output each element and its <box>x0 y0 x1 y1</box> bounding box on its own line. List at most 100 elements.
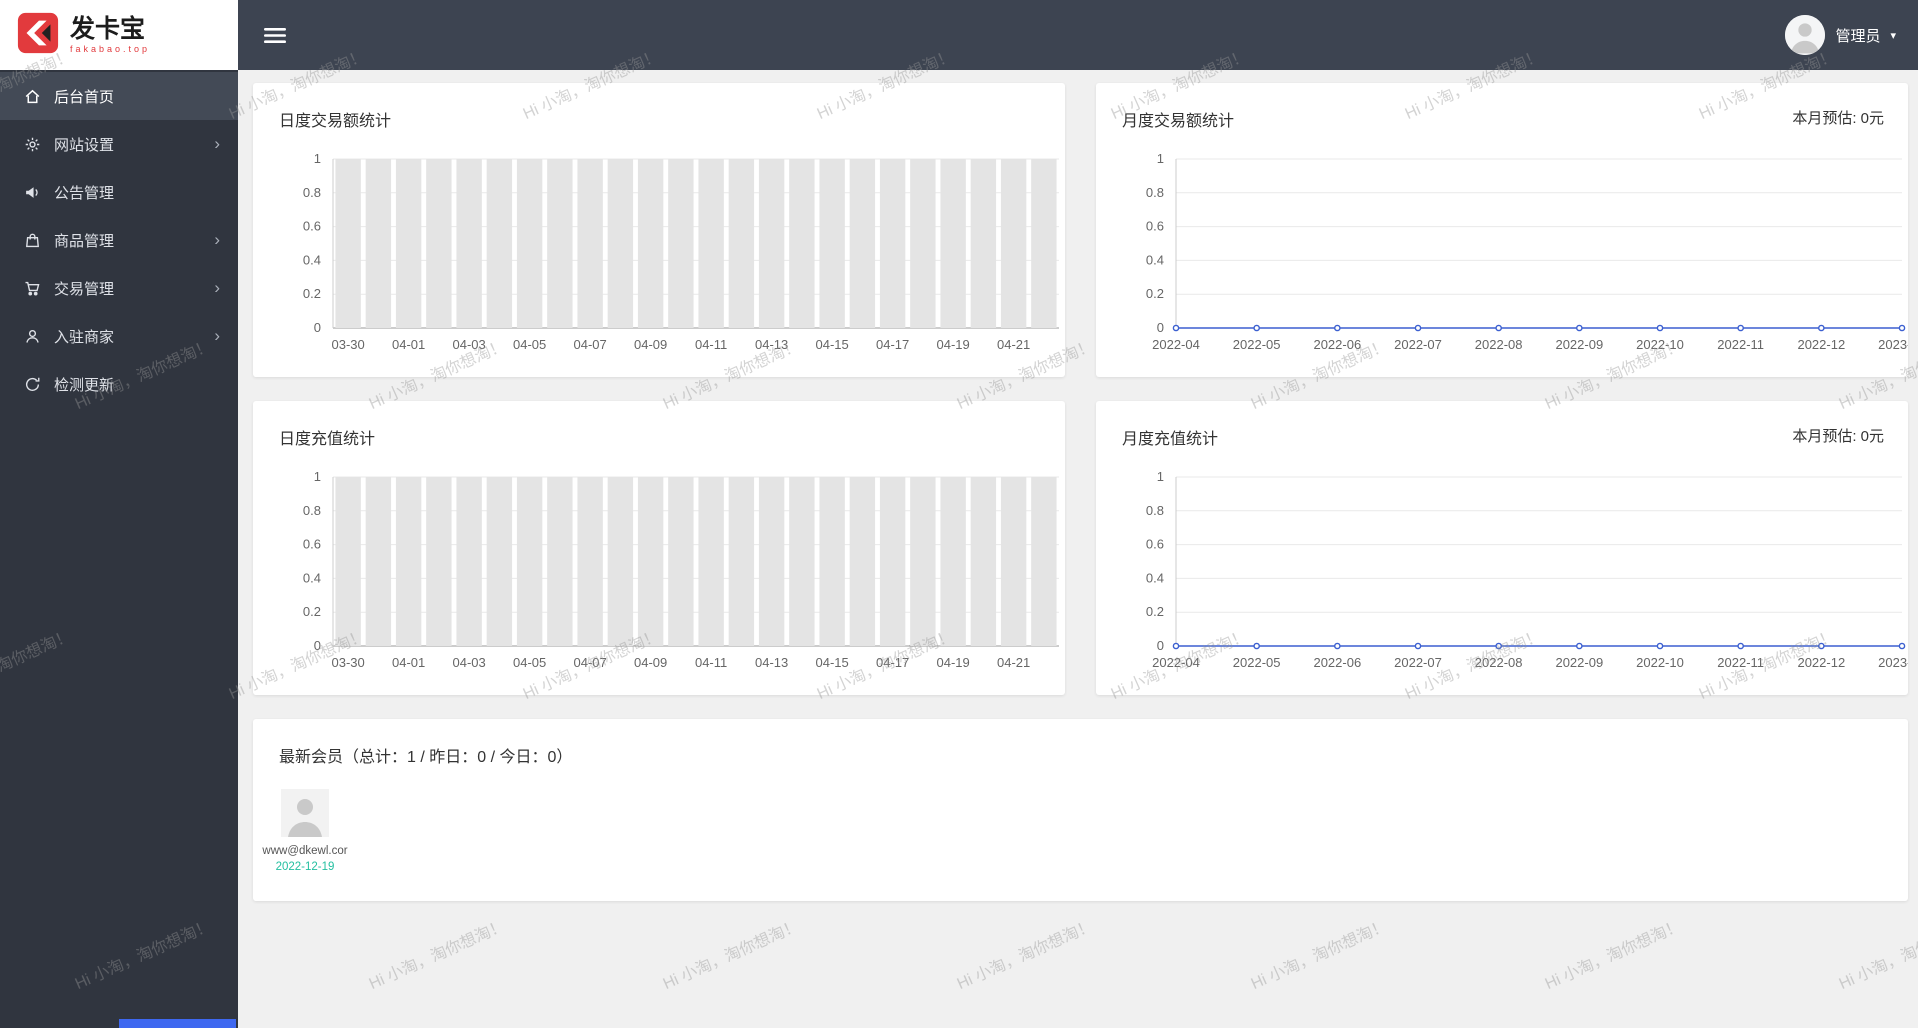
svg-text:03-30: 03-30 <box>332 655 365 670</box>
app-subtitle: fakabao.top <box>70 43 151 54</box>
svg-text:0.8: 0.8 <box>303 185 321 200</box>
svg-text:2022-07: 2022-07 <box>1394 655 1442 670</box>
home-icon <box>24 88 41 105</box>
svg-text:2022-04: 2022-04 <box>1152 655 1200 670</box>
sidebar-item-gear[interactable]: 网站设置 › <box>0 120 238 168</box>
chevron-down-icon: ▾ <box>1890 29 1896 42</box>
member-list: www@dkewl.cor 2022-12-19 <box>262 789 348 873</box>
sidebar-item-label: 公告管理 <box>54 184 115 202</box>
svg-text:2022-08: 2022-08 <box>1475 337 1523 352</box>
sidebar-bottom-strip <box>119 1019 236 1028</box>
sidebar-item-announce[interactable]: 公告管理 <box>0 168 238 216</box>
svg-text:04-09: 04-09 <box>634 337 667 352</box>
chevron-right-icon: › <box>214 230 220 249</box>
chart-title: 日度交易额统计 <box>279 113 392 130</box>
svg-text:1: 1 <box>1157 469 1164 484</box>
card-monthly-trade: 月度交易额统计 本月预估: 0元 0 0.2 0.4 0.6 0.8 1 2022-04 20… <box>1096 83 1908 377</box>
cart-icon <box>24 280 41 297</box>
svg-text:0.8: 0.8 <box>303 503 321 518</box>
svg-text:2022-06: 2022-06 <box>1313 655 1361 670</box>
svg-text:0: 0 <box>314 638 321 653</box>
chevron-right-icon: › <box>214 278 220 297</box>
svg-text:1: 1 <box>314 469 321 484</box>
watermark-text: Hi 小淘，淘你想淘！ <box>1248 917 1391 994</box>
member-item: www@dkewl.cor 2022-12-19 <box>262 789 348 873</box>
svg-text:0.4: 0.4 <box>303 252 321 267</box>
card-monthly-recharge: 月度充值统计 本月预估: 0元 0 0.2 0.4 0.6 0.8 1 2022-04 202… <box>1096 401 1908 695</box>
svg-text:0.4: 0.4 <box>1146 570 1164 585</box>
svg-text:04-09: 04-09 <box>634 655 667 670</box>
svg-text:0.8: 0.8 <box>1146 185 1164 200</box>
menu-toggle-icon[interactable] <box>264 27 286 44</box>
svg-text:2023-01: 2023-01 <box>1878 337 1908 352</box>
svg-text:04-17: 04-17 <box>876 337 909 352</box>
svg-text:04-21: 04-21 <box>997 337 1030 352</box>
card-latest-members: 最新会员（总计：1 / 昨日：0 / 今日：0） www@dkewl.cor 20… <box>253 719 1908 901</box>
sidebar-item-cart[interactable]: 交易管理 › <box>0 264 238 312</box>
svg-text:04-19: 04-19 <box>937 655 970 670</box>
chevron-right-icon: › <box>214 134 220 153</box>
svg-text:2022-11: 2022-11 <box>1717 337 1764 352</box>
svg-text:2022-12: 2022-12 <box>1797 655 1845 670</box>
user-menu[interactable]: 管理员 ▾ <box>1785 15 1896 55</box>
announce-icon <box>24 184 41 201</box>
svg-text:2022-04: 2022-04 <box>1152 337 1200 352</box>
sidebar-item-label: 网站设置 <box>54 136 115 154</box>
refresh-icon <box>24 376 41 393</box>
main-content: 日度交易额统计 0 0.2 0.4 0.6 0.8 1 03-30 04-01 04-03 04-… <box>238 70 1918 901</box>
svg-text:04-07: 04-07 <box>574 337 607 352</box>
sidebar: 发卡宝 fakabao.top 后台首页网站设置 › 公告管理商品管理 › 交易管理 › 入… <box>0 0 238 1028</box>
watermark-text: Hi 小淘，淘你想淘！ <box>1836 917 1918 994</box>
svg-text:2022-05: 2022-05 <box>1233 655 1281 670</box>
monthly-estimate: 本月预估: 0元 <box>1792 428 1884 445</box>
svg-text:04-21: 04-21 <box>997 655 1030 670</box>
sidebar-item-label: 后台首页 <box>54 88 115 106</box>
sidebar-item-label: 交易管理 <box>54 280 115 298</box>
svg-text:04-05: 04-05 <box>513 655 546 670</box>
monthly-estimate: 本月预估: 0元 <box>1792 110 1884 127</box>
app-title: 发卡宝 <box>70 14 146 43</box>
sidebar-item-label: 商品管理 <box>54 232 115 250</box>
svg-text:2022-08: 2022-08 <box>1475 655 1523 670</box>
logo-area[interactable]: 发卡宝 fakabao.top <box>0 0 238 70</box>
sidebar-item-label: 入驻商家 <box>54 328 115 346</box>
member-avatar <box>281 789 329 837</box>
svg-text:04-07: 04-07 <box>574 655 607 670</box>
svg-text:2022-07: 2022-07 <box>1394 337 1442 352</box>
svg-text:0.6: 0.6 <box>303 219 321 234</box>
svg-text:04-19: 04-19 <box>937 337 970 352</box>
card-daily-trade: 日度交易额统计 0 0.2 0.4 0.6 0.8 1 03-30 04-01 04-03 04-… <box>253 83 1065 377</box>
svg-text:04-03: 04-03 <box>453 655 486 670</box>
card-daily-recharge: 日度充值统计 0 0.2 0.4 0.6 0.8 1 03-30 04-01 04-03 04-0… <box>253 401 1065 695</box>
sidebar-item-refresh[interactable]: 检测更新 <box>0 360 238 408</box>
sidebar-nav: 后台首页 网站设置 › 公告管理 商品管理 › 交易管理 › 入驻商家 › 检测更新 <box>0 70 238 408</box>
svg-text:2022-09: 2022-09 <box>1555 655 1603 670</box>
svg-text:04-03: 04-03 <box>453 337 486 352</box>
watermark-text: Hi 小淘，淘你想淘！ <box>1542 917 1685 994</box>
chart-title: 日度充值统计 <box>279 431 376 448</box>
svg-text:04-15: 04-15 <box>816 337 849 352</box>
svg-text:0.6: 0.6 <box>1146 537 1164 552</box>
svg-text:0: 0 <box>1157 638 1164 653</box>
svg-text:0.6: 0.6 <box>303 537 321 552</box>
sidebar-item-user[interactable]: 入驻商家 › <box>0 312 238 360</box>
svg-text:1: 1 <box>314 151 321 166</box>
svg-text:04-11: 04-11 <box>695 337 727 352</box>
watermark-text: Hi 小淘，淘你想淘！ <box>954 917 1097 994</box>
svg-text:2022-06: 2022-06 <box>1313 337 1361 352</box>
user-avatar <box>1785 15 1826 55</box>
svg-text:1: 1 <box>1157 151 1164 166</box>
svg-text:04-11: 04-11 <box>695 655 727 670</box>
svg-text:2023-01: 2023-01 <box>1878 655 1908 670</box>
sidebar-item-bag[interactable]: 商品管理 › <box>0 216 238 264</box>
sidebar-item-home[interactable]: 后台首页 <box>0 72 238 120</box>
brand-logo-icon <box>16 11 60 60</box>
svg-text:0.2: 0.2 <box>1146 604 1164 619</box>
svg-text:0: 0 <box>314 320 321 335</box>
svg-text:03-30: 03-30 <box>332 337 365 352</box>
svg-text:04-13: 04-13 <box>755 337 788 352</box>
svg-text:2022-05: 2022-05 <box>1233 337 1281 352</box>
watermark-text: Hi 小淘，淘你想淘！ <box>366 917 509 994</box>
user-icon <box>24 328 41 345</box>
svg-text:04-01: 04-01 <box>392 655 425 670</box>
